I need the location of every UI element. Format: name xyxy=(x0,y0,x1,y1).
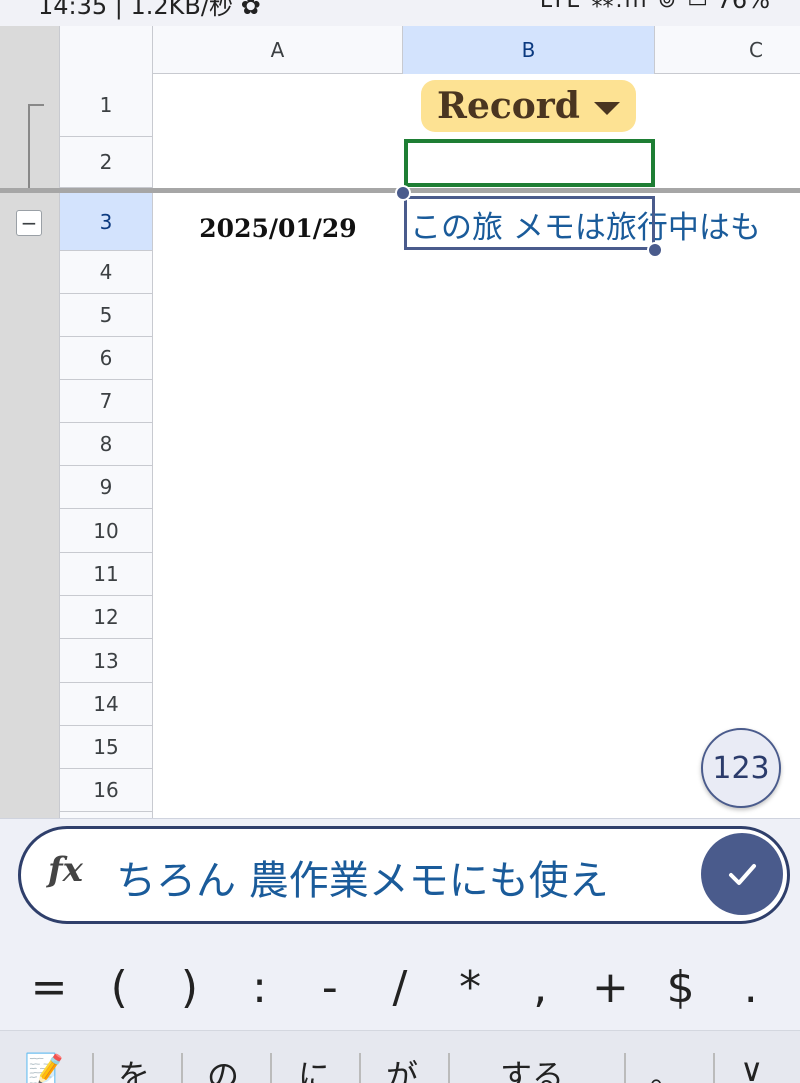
key-open-paren[interactable]: ( xyxy=(90,962,148,1013)
key-period[interactable]: . xyxy=(722,962,780,1013)
row-header-5[interactable]: 5 xyxy=(60,294,153,337)
ime-separator xyxy=(92,1053,94,1083)
column-header-b[interactable]: B xyxy=(403,26,655,74)
select-all-corner[interactable] xyxy=(0,26,60,74)
row-header-4[interactable]: 4 xyxy=(60,251,153,294)
ime-candidate[interactable]: を xyxy=(118,1051,150,1083)
row-header-9[interactable]: 9 xyxy=(60,466,153,509)
column-header-a[interactable]: A xyxy=(153,26,403,74)
row-header-10[interactable]: 10 xyxy=(60,509,153,553)
key-minus[interactable]: - xyxy=(301,962,359,1013)
row-header-11[interactable]: 11 xyxy=(60,553,153,596)
group-bracket-top xyxy=(28,104,44,106)
key-slash[interactable]: / xyxy=(371,962,429,1013)
row-header-spacer xyxy=(60,26,153,74)
key-dollar[interactable]: $ xyxy=(652,962,710,1013)
ime-memo-icon[interactable]: 📝 xyxy=(24,1051,64,1083)
row-header-6[interactable]: 6 xyxy=(60,337,153,380)
status-bar: 14:35 | 1.2KB/秒 ✿ LTE ⁂.ıll ⊚ ▭ 76% xyxy=(0,0,800,26)
numeric-keyboard-button[interactable]: 123 xyxy=(701,728,781,808)
cell-b3-selection[interactable] xyxy=(404,196,655,250)
record-dropdown-chip[interactable]: Record xyxy=(421,80,636,132)
key-colon[interactable]: : xyxy=(231,962,289,1013)
key-comma[interactable]: , xyxy=(511,962,569,1013)
ime-separator xyxy=(448,1053,450,1083)
status-signal-icons: LTE ⁂.ıll ⊚ ▭ xyxy=(539,0,710,13)
key-plus[interactable]: + xyxy=(581,962,639,1013)
ime-candidate[interactable]: が xyxy=(386,1051,418,1083)
cell-b2[interactable] xyxy=(404,139,655,187)
ime-candidate[interactable]: する xyxy=(500,1051,564,1083)
formula-text[interactable]: ちろん 農作業メモにも使え xyxy=(116,848,686,906)
chevron-down-icon xyxy=(593,101,620,115)
ime-separator xyxy=(359,1053,361,1083)
key-close-paren[interactable]: ) xyxy=(160,962,218,1013)
confirm-button[interactable] xyxy=(701,833,783,915)
expand-candidates-icon[interactable]: ∨ xyxy=(740,1051,763,1083)
column-header-row: A B C xyxy=(0,26,800,74)
check-icon xyxy=(729,864,756,885)
key-equals[interactable]: = xyxy=(20,962,78,1013)
status-time: 14:35 | 1.2KB/秒 ✿ xyxy=(38,0,261,20)
ime-separator xyxy=(713,1053,715,1083)
row-header-15[interactable]: 15 xyxy=(60,726,153,769)
group-gutter xyxy=(0,74,60,818)
status-battery: 76% xyxy=(716,0,770,14)
row-header-7[interactable]: 7 xyxy=(60,380,153,423)
ime-candidate[interactable]: に xyxy=(298,1051,330,1083)
cell-a3-date[interactable]: 2025/01/29 xyxy=(155,200,401,256)
row-header-13[interactable]: 13 xyxy=(60,639,153,683)
row-header-14[interactable]: 14 xyxy=(60,683,153,726)
ime-separator xyxy=(270,1053,272,1083)
row-header-1[interactable]: 1 xyxy=(60,74,153,137)
ime-separator xyxy=(624,1053,626,1083)
key-asterisk[interactable]: * xyxy=(441,962,499,1013)
selection-handle-top-left[interactable] xyxy=(395,185,411,201)
column-header-c[interactable]: C xyxy=(655,26,800,74)
ime-candidate[interactable]: の xyxy=(207,1051,239,1083)
ime-candidate-bar: 📝 を の に が する 。 ∨ xyxy=(0,1030,800,1083)
group-collapse-button[interactable]: − xyxy=(16,210,42,236)
row-header-16[interactable]: 16 xyxy=(60,769,153,812)
row-header-2[interactable]: 2 xyxy=(60,137,153,188)
symbol-key-row: = ( ) : - / * , + $ . xyxy=(0,946,800,1028)
row-header-8[interactable]: 8 xyxy=(60,423,153,466)
row-header-3[interactable]: 3 xyxy=(60,193,153,251)
fx-icon: fx xyxy=(48,850,83,890)
row-header-12[interactable]: 12 xyxy=(60,596,153,639)
ime-separator xyxy=(181,1053,183,1083)
ime-candidate[interactable]: 。 xyxy=(650,1051,682,1083)
selection-handle-bottom-right[interactable] xyxy=(647,242,663,258)
group-bracket-line xyxy=(28,104,30,188)
dropdown-chip-label: Record xyxy=(437,85,580,127)
